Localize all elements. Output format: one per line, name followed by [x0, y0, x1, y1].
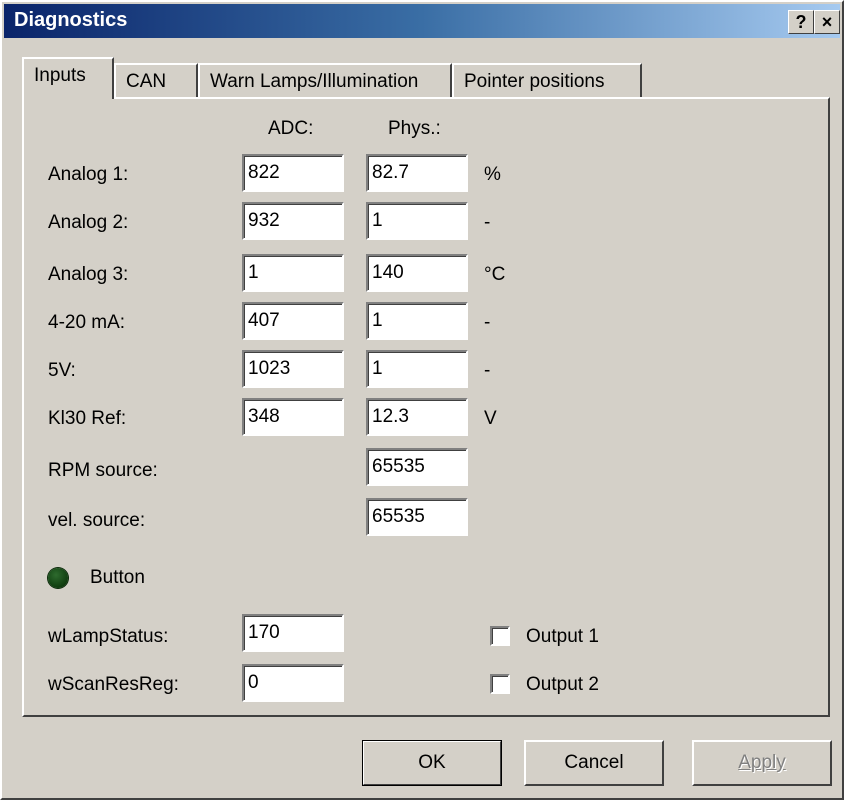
title-bar[interactable]: Diagnostics ? ×	[4, 4, 840, 38]
cancel-button[interactable]: Cancel	[524, 740, 664, 786]
window-title: Diagnostics	[14, 9, 128, 31]
diagnostics-dialog: Diagnostics ? × Inputs CAN Warn Lamps/Il…	[0, 0, 844, 800]
tab-warn-lamps[interactable]: Warn Lamps/Illumination	[198, 63, 452, 97]
tab-inputs[interactable]: Inputs	[22, 57, 114, 99]
tab-pointer-positions[interactable]: Pointer positions	[452, 63, 642, 97]
close-button[interactable]: ×	[814, 10, 840, 34]
help-button[interactable]: ?	[788, 10, 814, 34]
ok-button[interactable]: OK	[362, 740, 502, 786]
apply-button[interactable]: Apply	[692, 740, 832, 786]
inputs-panel	[22, 97, 830, 717]
tab-can[interactable]: CAN	[114, 63, 198, 97]
